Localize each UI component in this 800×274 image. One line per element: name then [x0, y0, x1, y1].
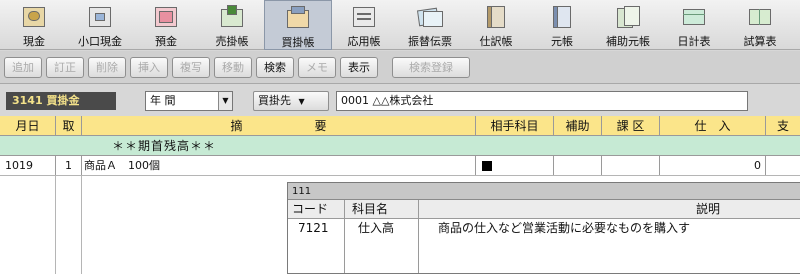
col-header-purchase: 仕 入	[660, 116, 766, 135]
transfer-slip-icon	[415, 3, 445, 31]
cell-description: 商品Ａ 100個	[82, 156, 476, 175]
input-marker-icon	[482, 161, 492, 171]
payables-book-icon	[283, 4, 313, 32]
filter-bar: 3141 買掛金 年 間 ▼ 買掛先 ▼ 0001 △△株式会社	[0, 85, 800, 115]
cash-book-icon	[19, 3, 49, 31]
toolbar-applied-button[interactable]: 応用帳	[330, 0, 398, 50]
col-header-aux: 補助	[554, 116, 602, 135]
correct-button[interactable]: 訂正	[46, 57, 84, 78]
opening-balance-label: ＊＊期首残高＊＊	[112, 139, 217, 153]
toolbar-receivables-button[interactable]: 売掛帳	[198, 0, 266, 50]
copy-button[interactable]: 複写	[172, 57, 210, 78]
cell-payment[interactable]	[766, 156, 800, 175]
grid-header-row: 月日 取 摘 要 相手科目 補助 課 区 仕 入 支	[0, 116, 800, 136]
popup-col-desc: 説明	[696, 202, 721, 216]
delete-button[interactable]: 削除	[88, 57, 126, 78]
toolbar-label: 振替伝票	[408, 35, 452, 48]
period-value: 年 間	[150, 94, 176, 107]
toolbar-label: 小口現金	[78, 35, 122, 48]
cell-purchase[interactable]: 0	[660, 156, 766, 175]
toolbar-label: 買掛帳	[281, 36, 315, 49]
toolbar-label: 仕訳帳	[479, 35, 513, 48]
deposit-book-icon	[151, 3, 181, 31]
col-header-sub: 取	[56, 116, 82, 135]
col-header-description: 摘 要	[82, 116, 476, 135]
chevron-down-icon[interactable]: ▼	[218, 92, 232, 110]
toolbar-ledger-button[interactable]: 元帳	[528, 0, 596, 50]
add-button[interactable]: 追加	[4, 57, 42, 78]
popup-item-name: 仕入高	[358, 221, 395, 235]
search-button[interactable]: 検索	[256, 57, 294, 78]
trial-balance-icon	[745, 3, 775, 31]
search-register-button[interactable]: 検索登録	[392, 57, 470, 78]
toolbar-label: 元帳	[551, 35, 573, 48]
chevron-down-icon: ▼	[298, 97, 305, 106]
table-row[interactable]: 1019 1 商品Ａ 100個 0	[0, 156, 800, 176]
vendor-label: 買掛先	[258, 94, 291, 107]
col-header-counter-account: 相手科目	[476, 116, 554, 135]
action-button-row: 追加 訂正 削除 挿入 複写 移動 検索 メモ 表示 検索登録	[0, 51, 800, 84]
account-lookup-popup: 111 コード 科目名 説明 7121 仕入高 商品の仕入など営業活動に必要なも…	[287, 182, 800, 274]
toolbar-trial-balance-button[interactable]: 試算表	[726, 0, 794, 50]
col-header-payment: 支	[776, 119, 789, 133]
display-button[interactable]: 表示	[340, 57, 378, 78]
popup-item-code: 7121	[298, 221, 329, 235]
sub-ledger-icon	[613, 3, 643, 31]
cell-date: 1019	[0, 156, 56, 175]
move-button[interactable]: 移動	[214, 57, 252, 78]
toolbar-label: 現金	[23, 35, 45, 48]
cell-sub: 1	[56, 156, 82, 175]
toolbar-transfer-slip-button[interactable]: 振替伝票	[396, 0, 464, 50]
toolbar-label: 日計表	[677, 35, 711, 48]
popup-item-desc: 商品の仕入など営業活動に必要なものを購入す	[438, 221, 691, 235]
daily-report-icon	[679, 3, 709, 31]
toolbar-daily-report-button[interactable]: 日計表	[660, 0, 728, 50]
vendor-select-button[interactable]: 買掛先 ▼	[253, 91, 329, 111]
toolbar-journal-button[interactable]: 仕訳帳	[462, 0, 530, 50]
toolbar-sub-ledger-button[interactable]: 補助元帳	[594, 0, 662, 50]
toolbar-label: 応用帳	[347, 35, 381, 48]
toolbar-label: 試算表	[743, 35, 777, 48]
period-select[interactable]: 年 間 ▼	[145, 91, 233, 111]
toolbar-petty-cash-button[interactable]: 小口現金	[66, 0, 134, 50]
petty-cash-book-icon	[85, 3, 115, 31]
cell-counter-account[interactable]	[476, 156, 554, 175]
col-header-tax: 課 区	[602, 116, 660, 135]
toolbar-deposit-button[interactable]: 預金	[132, 0, 200, 50]
journal-icon	[481, 3, 511, 31]
popup-list-item[interactable]: 7121 仕入高 商品の仕入など営業活動に必要なものを購入す	[288, 219, 800, 238]
cell-aux[interactable]	[554, 156, 602, 175]
popup-col-code: コード	[292, 202, 329, 216]
col-header-date: 月日	[0, 116, 56, 135]
cell-tax[interactable]	[602, 156, 660, 175]
popup-header-row: コード 科目名 説明	[288, 200, 800, 219]
toolbar-label: 補助元帳	[606, 35, 650, 48]
vendor-field[interactable]: 0001 △△株式会社	[336, 91, 748, 111]
popup-title: 111	[288, 183, 800, 200]
applied-book-icon	[349, 3, 379, 31]
main-toolbar: 現金 小口現金 預金 売掛帳 買掛帳 応用帳 振替伝票 仕訳帳 元帳 補助元帳 …	[0, 0, 800, 50]
receivables-book-icon	[217, 3, 247, 31]
toolbar-payables-button[interactable]: 買掛帳	[264, 0, 332, 50]
toolbar-label: 売掛帳	[215, 35, 249, 48]
insert-button[interactable]: 挿入	[130, 57, 168, 78]
ledger-icon	[547, 3, 577, 31]
toolbar-label: 預金	[155, 35, 177, 48]
popup-col-name: 科目名	[352, 202, 389, 216]
memo-button[interactable]: メモ	[298, 57, 336, 78]
account-badge: 3141 買掛金	[6, 92, 116, 110]
opening-balance-row[interactable]: ＊＊期首残高＊＊	[0, 136, 800, 156]
toolbar-cash-button[interactable]: 現金	[0, 0, 68, 50]
